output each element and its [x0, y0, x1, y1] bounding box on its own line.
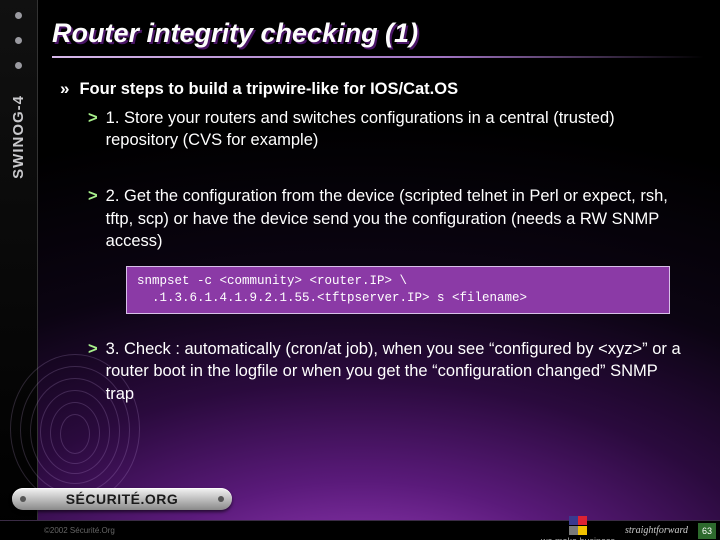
grid-icon	[569, 526, 587, 535]
bullet-text: Four steps to build a tripwire-like for …	[79, 78, 458, 101]
angle-icon: >	[88, 107, 98, 152]
step-item: > 3. Check : automatically (cron/at job)…	[88, 338, 690, 405]
footer-brand: we make business	[541, 516, 615, 540]
dot-icon	[15, 62, 22, 69]
footer: ©2002 Sécurité.Org we make business stra…	[0, 520, 720, 540]
brand-logo-text: SÉCURITÉ.ORG	[66, 491, 179, 507]
copyright-text: ©2002 Sécurité.Org	[44, 526, 115, 535]
step-text: 2. Get the configuration from the device…	[106, 185, 690, 252]
tagline-emph: straightforward	[625, 525, 688, 536]
tagline-pre: we make business	[541, 536, 615, 540]
page-number: 63	[698, 523, 716, 539]
dot-icon	[15, 12, 22, 19]
angle-icon: >	[88, 338, 98, 405]
dot-icon	[15, 37, 22, 44]
code-snippet: snmpset -c <community> <router.IP> \ .1.…	[126, 266, 670, 314]
step-item: > 1. Store your routers and switches con…	[88, 107, 690, 152]
grid-icon	[569, 516, 587, 525]
slide-content: » Four steps to build a tripwire-like fo…	[60, 78, 690, 405]
chevron-icon: »	[60, 78, 69, 101]
step-item: > 2. Get the configuration from the devi…	[88, 185, 690, 252]
title-underline	[52, 56, 704, 58]
step-text: 3. Check : automatically (cron/at job), …	[106, 338, 690, 405]
step-text: 1. Store your routers and switches confi…	[106, 107, 690, 152]
sidebar: SWINOG-4	[0, 0, 38, 540]
slide-title: Router integrity checking (1)	[52, 18, 418, 49]
brand-logo: SÉCURITÉ.ORG	[12, 488, 232, 510]
sidebar-label: SWINOG-4	[10, 95, 27, 179]
angle-icon: >	[88, 185, 98, 252]
bullet-level-1: » Four steps to build a tripwire-like fo…	[60, 78, 690, 101]
